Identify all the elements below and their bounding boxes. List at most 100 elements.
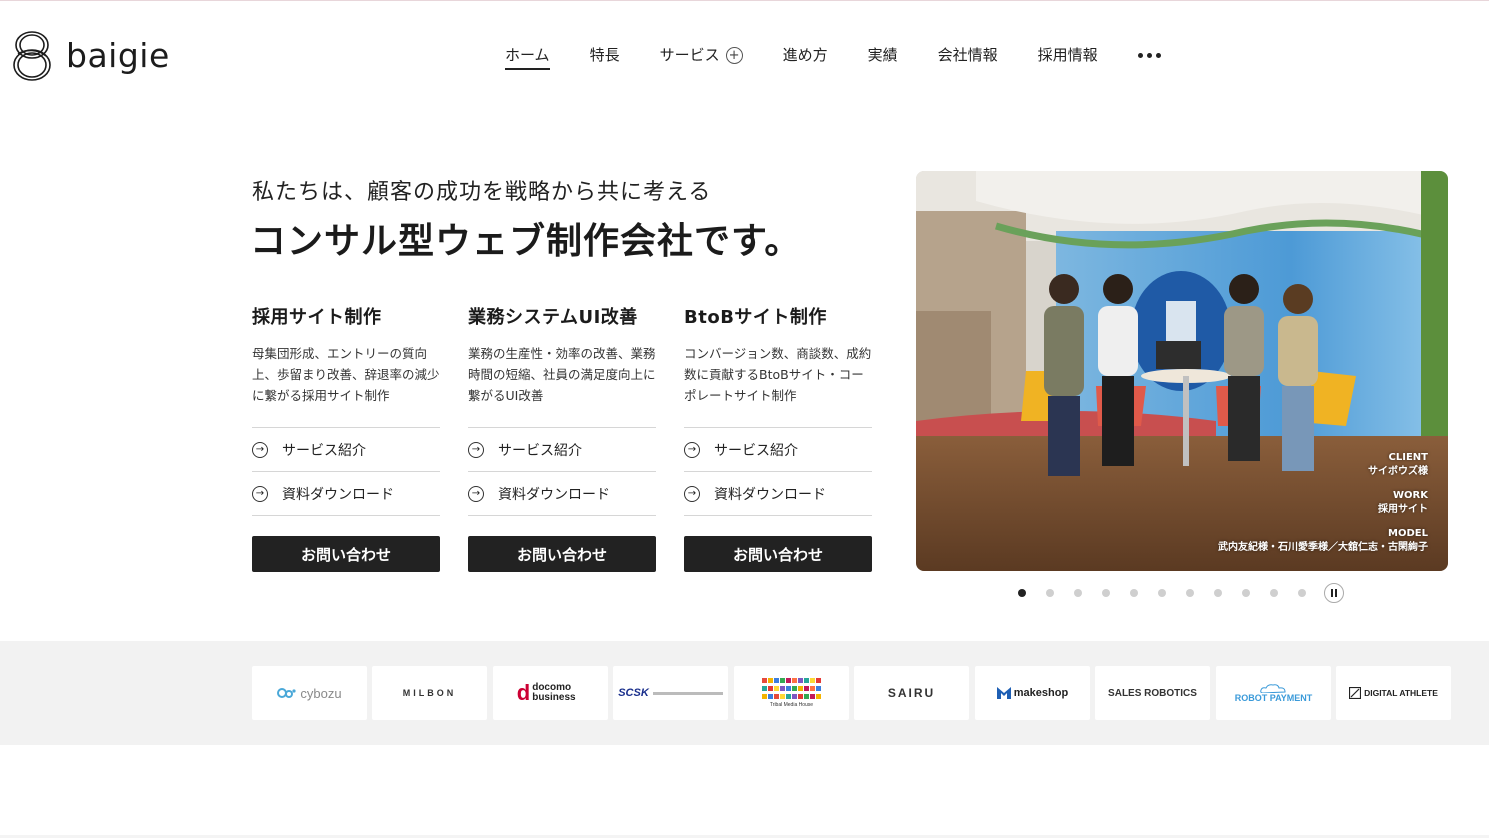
slider-dot[interactable] <box>1242 589 1250 597</box>
tribal-mosaic-icon <box>761 678 821 699</box>
main-nav: ホーム 特長 サービス + 進め方 実績 会社情報 採用情報 <box>505 44 1161 70</box>
contact-button[interactable]: お問い合わせ <box>252 536 440 572</box>
nav-item-label: 実績 <box>867 46 898 64</box>
contact-button[interactable]: お問い合わせ <box>684 536 872 572</box>
link-label: 資料ダウンロード <box>498 486 610 503</box>
hero-title: コンサル型ウェブ制作会社です。 <box>250 221 802 262</box>
pause-icon[interactable] <box>1324 583 1344 603</box>
slider-dot[interactable] <box>1018 589 1026 597</box>
link-label: 資料ダウンロード <box>714 486 826 503</box>
client-logo-scsk[interactable]: SCSK <box>613 666 728 720</box>
slider-dot[interactable] <box>1214 589 1222 597</box>
nav-item-label: サービス <box>659 46 720 64</box>
caption-model-label: MODEL <box>1388 528 1428 539</box>
nav-item-label: 特長 <box>589 46 620 64</box>
arrow-right-icon: → <box>468 485 484 502</box>
download-link[interactable]: → 資料ダウンロード <box>684 472 872 516</box>
nav-item-process[interactable]: 進め方 <box>783 44 828 66</box>
slider-dot[interactable] <box>1270 589 1278 597</box>
download-link[interactable]: → 資料ダウンロード <box>252 472 440 516</box>
client-logo-digital-athlete[interactable]: DIGITAL ATHLETE <box>1336 666 1451 720</box>
link-label: サービス紹介 <box>714 442 798 459</box>
brand-logo[interactable]: baigie <box>12 28 170 82</box>
client-logo-milbon[interactable]: MILBON <box>372 666 487 720</box>
client-name: Tribal Media House <box>769 702 814 708</box>
docomo-d-icon: d <box>516 680 531 705</box>
nav-item-label: ホーム <box>505 46 550 64</box>
arrow-right-icon: → <box>252 441 268 458</box>
client-name: SCSK <box>618 687 649 699</box>
client-name: docomo business <box>532 682 576 703</box>
nav-item-label: 進め方 <box>782 46 828 64</box>
client-logo-sales-robotics[interactable]: SALES ROBOTICS <box>1095 666 1210 720</box>
service-title: BtoBサイト制作 <box>684 307 827 328</box>
more-menu-icon[interactable] <box>1137 44 1161 66</box>
service-card-ui-improvement: 業務システムUI改善 業務の生産性・効率の改善、業務時間の短縮、社員の満足度向上… <box>468 303 656 572</box>
slider-dot[interactable] <box>1046 589 1054 597</box>
service-description: コンバージョン数、商談数、成約数に貢献するBtoBサイト・コーポレートサイト制作 <box>684 346 872 403</box>
caption-work-label: WORK <box>1393 490 1428 501</box>
caption-model: 武内友紀様・石川愛季様／大舘仁志・古閑絢子 <box>1218 542 1428 553</box>
service-intro-link[interactable]: → サービス紹介 <box>468 428 656 472</box>
client-logo-docomo[interactable]: d docomo business <box>493 666 608 720</box>
arrow-right-icon: → <box>684 441 700 458</box>
service-title: 採用サイト制作 <box>252 307 382 328</box>
client-name: DIGITAL ATHLETE <box>1364 688 1438 698</box>
client-name: cybozu <box>300 685 342 701</box>
client-logo-strip: cybozu MILBON d docomo business SCSK Tri… <box>0 641 1489 745</box>
arrow-right-icon: → <box>468 441 484 458</box>
service-card-recruit-site: 採用サイト制作 母集団形成、エントリーの質向上、歩留まり改善、辞退率の減少に繋が… <box>252 303 440 572</box>
caption-client: サイボウズ様 <box>1368 466 1428 477</box>
nav-item-company[interactable]: 会社情報 <box>938 44 998 66</box>
client-name: SAIRU <box>887 686 936 700</box>
digital-athlete-mark-icon <box>1349 687 1362 699</box>
cloud-icon <box>1260 683 1286 693</box>
nav-item-label: 会社情報 <box>937 46 998 64</box>
baigie-logo-icon <box>13 31 51 81</box>
client-name: SALES ROBOTICS <box>1108 687 1197 699</box>
plus-icon: + <box>725 46 743 64</box>
service-description: 業務の生産性・効率の改善、業務時間の短縮、社員の満足度向上に繋がるUI改善 <box>468 346 656 403</box>
client-name: MILBON <box>402 688 457 698</box>
slider-pagination <box>1018 583 1344 603</box>
client-logo-robot-payment[interactable]: ROBOT PAYMENT <box>1216 666 1331 720</box>
client-name: ROBOT PAYMENT <box>1234 692 1313 703</box>
nav-item-features[interactable]: 特長 <box>590 44 620 66</box>
nav-item-works[interactable]: 実績 <box>868 44 898 66</box>
hero-subtitle: 私たちは、顧客の成功を戦略から共に考える <box>252 180 712 205</box>
slide-caption: CLIENT サイボウズ様 WORK 採用サイト MODEL 武内友紀様・石川愛… <box>1218 451 1428 555</box>
slider-dot[interactable] <box>1074 589 1082 597</box>
link-label: サービス紹介 <box>282 442 366 459</box>
service-card-btob-site: BtoBサイト制作 コンバージョン数、商談数、成約数に貢献するBtoBサイト・コ… <box>684 303 872 572</box>
contact-button[interactable]: お問い合わせ <box>468 536 656 572</box>
client-logo-cybozu[interactable]: cybozu <box>252 666 367 720</box>
arrow-right-icon: → <box>684 485 700 502</box>
scsk-tagline-graphic <box>652 691 723 695</box>
nav-item-services[interactable]: サービス + <box>660 44 743 66</box>
makeshop-m-icon <box>996 687 1011 699</box>
client-logo-tribal-media-house[interactable]: Tribal Media House <box>734 666 849 720</box>
client-logo-sairu[interactable]: SAIRU <box>854 666 969 720</box>
slider-dot[interactable] <box>1298 589 1306 597</box>
top-border <box>0 0 1489 1</box>
slider-dot[interactable] <box>1102 589 1110 597</box>
arrow-right-icon: → <box>252 485 268 502</box>
client-name: makeshop <box>1013 687 1069 699</box>
nav-item-label: 採用情報 <box>1037 46 1098 64</box>
nav-item-recruit[interactable]: 採用情報 <box>1038 44 1098 66</box>
caption-work: 採用サイト <box>1378 504 1428 515</box>
link-label: サービス紹介 <box>498 442 582 459</box>
cybozu-mark-icon <box>277 688 296 698</box>
service-description: 母集団形成、エントリーの質向上、歩留まり改善、辞退率の減少に繋がる採用サイト制作 <box>252 346 440 403</box>
slider-dot[interactable] <box>1186 589 1194 597</box>
nav-item-home[interactable]: ホーム <box>505 44 550 70</box>
brand-name: baigie <box>66 35 170 75</box>
service-intro-link[interactable]: → サービス紹介 <box>684 428 872 472</box>
slider-dot[interactable] <box>1130 589 1138 597</box>
caption-client-label: CLIENT <box>1388 452 1428 463</box>
service-title: 業務システムUI改善 <box>468 307 638 328</box>
service-intro-link[interactable]: → サービス紹介 <box>252 428 440 472</box>
slider-dot[interactable] <box>1158 589 1166 597</box>
client-logo-makeshop[interactable]: makeshop <box>975 666 1090 720</box>
download-link[interactable]: → 資料ダウンロード <box>468 472 656 516</box>
